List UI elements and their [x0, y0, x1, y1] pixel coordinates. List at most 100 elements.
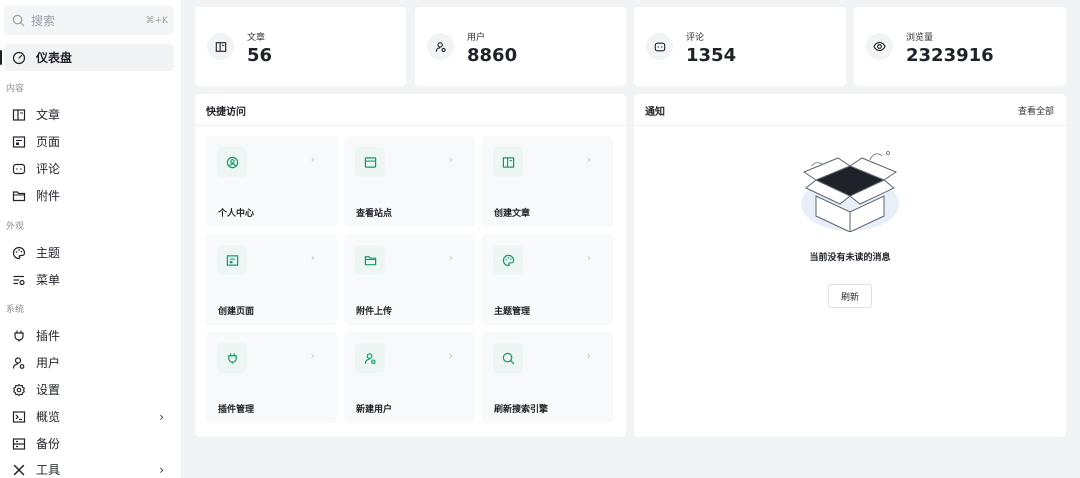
sidebar-item-comments[interactable]: 评论 [4, 155, 174, 182]
view-all-link[interactable]: 查看全部 [1018, 104, 1054, 117]
quick-tile-profile[interactable]: › 个人中心 [206, 136, 337, 227]
sidebar-item-label: 仪表盘 [36, 51, 73, 65]
palette-icon [493, 245, 523, 275]
page-icon [12, 135, 26, 149]
comment-icon [646, 33, 673, 60]
sidebar: 搜索 ⌘+K 仪表盘 内容 文章 页面 评论 附件 外观 主题 菜单 系统 插件… [0, 0, 182, 478]
chevron-right-icon: › [448, 251, 453, 264]
eye-icon [866, 33, 893, 60]
empty-message: 当前没有未读的消息 [809, 253, 891, 263]
divider [195, 125, 626, 126]
stat-value: 1354 [686, 45, 737, 66]
sidebar-item-attachments[interactable]: 附件 [4, 182, 174, 209]
notifications-panel: 通知 查看全部 当前没有未读的消息 刷新 [634, 94, 1066, 437]
group-label-appearance: 外观 [6, 222, 25, 232]
user-icon [12, 356, 26, 370]
sidebar-item-label: 工具 [36, 463, 61, 477]
stat-card-comments: 评论 1354 [634, 7, 846, 86]
panel-title: 快捷访问 [206, 107, 246, 118]
user-add-icon [355, 343, 385, 373]
sidebar-item-pages[interactable]: 页面 [4, 128, 174, 155]
empty-box-illustration [801, 151, 899, 232]
folder-icon [12, 189, 26, 203]
chevron-right-icon: › [159, 462, 164, 477]
palette-icon [12, 246, 26, 260]
quick-tile-upload-attachment[interactable]: › 附件上传 [344, 234, 475, 325]
search-input[interactable]: 搜索 ⌘+K [4, 6, 174, 35]
panel-title: 通知 [645, 107, 665, 118]
quick-access-panel: 快捷访问 › 个人中心 › 查看站点 › 创建文章 › 创建页面 › 附件上传 … [195, 94, 626, 437]
sidebar-item-users[interactable]: 用户 [4, 349, 174, 376]
sidebar-item-posts[interactable]: 文章 [4, 101, 174, 128]
tile-label: 插件管理 [218, 405, 255, 415]
chevron-right-icon: › [310, 153, 315, 166]
tools-icon [12, 463, 26, 477]
sidebar-item-label: 备份 [36, 437, 61, 451]
sidebar-item-menus[interactable]: 菜单 [4, 266, 174, 293]
refresh-button[interactable]: 刷新 [828, 284, 872, 308]
tile-label: 创建文章 [494, 209, 531, 219]
chevron-right-icon: › [586, 251, 591, 264]
tile-label: 创建页面 [218, 307, 255, 317]
chevron-right-icon: › [586, 153, 591, 166]
group-label-system: 系统 [6, 305, 25, 315]
sidebar-item-label: 插件 [36, 329, 61, 343]
chevron-right-icon: › [310, 251, 315, 264]
quick-tile-new-user[interactable]: › 新建用户 [344, 332, 475, 423]
sidebar-item-dashboard[interactable]: 仪表盘 [0, 44, 174, 71]
menu-list-icon [12, 273, 26, 287]
chevron-right-icon: › [586, 349, 591, 362]
page-icon [217, 245, 247, 275]
sidebar-item-label: 页面 [36, 135, 61, 149]
browser-icon [355, 147, 385, 177]
chevron-right-icon: › [310, 349, 315, 362]
quick-tile-plugin-management[interactable]: › 插件管理 [206, 332, 337, 423]
search-shortcut: ⌘+K [145, 15, 168, 26]
document-icon [493, 147, 523, 177]
document-icon [12, 108, 26, 122]
tile-label: 查看站点 [356, 209, 393, 219]
sidebar-item-label: 菜单 [36, 273, 61, 287]
divider [634, 125, 1066, 126]
search-icon [12, 14, 25, 27]
chevron-right-icon: › [448, 153, 453, 166]
stat-card-views: 浏览量 2323916 [854, 7, 1066, 86]
group-label-content: 内容 [6, 84, 25, 94]
stat-value: 2323916 [906, 45, 994, 66]
quick-tile-theme-management[interactable]: › 主题管理 [482, 234, 613, 325]
sidebar-item-label: 文章 [36, 108, 61, 122]
stat-label: 评论 [686, 33, 705, 43]
comment-icon [12, 162, 26, 176]
sidebar-item-label: 主题 [36, 246, 61, 260]
folder-icon [355, 245, 385, 275]
stat-card-posts: 文章 56 [195, 7, 406, 86]
sidebar-item-label: 附件 [36, 189, 61, 203]
sidebar-item-overview[interactable]: 概览 › [4, 403, 174, 430]
quick-tile-create-post[interactable]: › 创建文章 [482, 136, 613, 227]
sidebar-item-label: 设置 [36, 383, 61, 397]
sidebar-item-tools[interactable]: 工具 › [4, 456, 174, 478]
quick-tile-view-site[interactable]: › 查看站点 [344, 136, 475, 227]
user-icon [427, 33, 454, 60]
sidebar-item-settings[interactable]: 设置 [4, 376, 174, 403]
sidebar-item-plugins[interactable]: 插件 [4, 322, 174, 349]
quick-tile-create-page[interactable]: › 创建页面 [206, 234, 337, 325]
stat-label: 用户 [467, 33, 486, 43]
sidebar-item-label: 概览 [36, 410, 61, 424]
sidebar-item-themes[interactable]: 主题 [4, 239, 174, 266]
tile-label: 新建用户 [356, 405, 393, 415]
chevron-right-icon: › [448, 349, 453, 362]
sidebar-item-label: 评论 [36, 162, 61, 176]
chevron-right-icon: › [159, 409, 164, 424]
stat-label: 文章 [247, 33, 266, 43]
tile-label: 附件上传 [356, 307, 393, 317]
quick-tile-refresh-search-engine[interactable]: › 刷新搜索引擎 [482, 332, 613, 423]
sidebar-item-label: 用户 [36, 356, 61, 370]
sidebar-item-backup[interactable]: 备份 [4, 430, 174, 457]
tile-label: 刷新搜索引擎 [494, 405, 549, 415]
gauge-icon [12, 51, 26, 65]
stat-value: 56 [247, 45, 273, 66]
tile-label: 个人中心 [218, 209, 255, 219]
tile-label: 主题管理 [494, 307, 531, 317]
terminal-icon [12, 410, 26, 424]
